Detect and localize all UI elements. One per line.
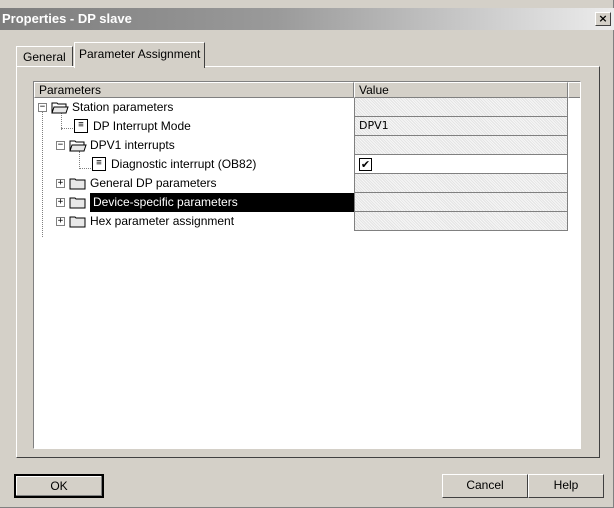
- tree-row-device-specific-parameters[interactable]: + Device-specific parameters: [34, 193, 568, 212]
- collapse-icon[interactable]: −: [38, 103, 47, 112]
- close-icon: ×: [598, 12, 608, 25]
- value-cell: [354, 193, 568, 212]
- tree-row-dpv1-interrupts[interactable]: − DPV1 interrupts: [34, 136, 568, 155]
- tree-row-general-dp-parameters[interactable]: + General DP parameters: [34, 174, 568, 193]
- column-header-filler: [568, 82, 580, 98]
- help-button[interactable]: Help: [528, 474, 604, 498]
- tab-parameter-assignment[interactable]: Parameter Assignment: [74, 42, 206, 68]
- tree-row-hex-parameter-assignment[interactable]: + Hex parameter assignment: [34, 212, 568, 231]
- window-title: Properties - DP slave: [2, 11, 132, 26]
- tree-label: General DP parameters: [90, 176, 217, 190]
- title-bar[interactable]: Properties - DP slave ×: [0, 8, 614, 30]
- ok-button[interactable]: OK: [14, 474, 104, 498]
- document-icon: ≡: [74, 119, 88, 133]
- folder-icon: [69, 197, 86, 209]
- value-cell: [354, 98, 568, 117]
- value-cell: [354, 212, 568, 231]
- folder-open-icon: [51, 102, 69, 114]
- tree-row-diagnostic-interrupt[interactable]: ≡ Diagnostic interrupt (OB82) ✔: [34, 155, 568, 174]
- diagnostic-interrupt-checkbox[interactable]: ✔: [359, 158, 372, 171]
- folder-open-icon: [69, 140, 87, 152]
- tree-label: Diagnostic interrupt (OB82): [111, 157, 257, 171]
- tab-panel: Parameters Value − Station parameters ≡ …: [16, 66, 600, 458]
- value-cell: [354, 136, 568, 155]
- tab-general[interactable]: General: [16, 46, 73, 66]
- expand-icon[interactable]: +: [56, 217, 65, 226]
- expand-icon[interactable]: +: [56, 179, 65, 188]
- folder-icon: [69, 178, 86, 190]
- tree-label: Hex parameter assignment: [90, 214, 235, 228]
- value-cell: [354, 174, 568, 193]
- column-header-parameters[interactable]: Parameters: [34, 82, 354, 98]
- tree-label: DPV1 interrupts: [90, 138, 175, 152]
- collapse-icon[interactable]: −: [56, 141, 65, 150]
- cancel-button[interactable]: Cancel: [442, 474, 528, 498]
- tree-label-selected: Device-specific parameters: [90, 193, 354, 212]
- value-cell-diagnostic-interrupt[interactable]: ✔: [354, 155, 568, 174]
- folder-icon: [69, 216, 86, 228]
- document-icon: ≡: [92, 157, 106, 171]
- tree-label: Station parameters: [72, 100, 174, 114]
- value-cell-dp-interrupt-mode[interactable]: DPV1: [354, 117, 568, 136]
- tree-label: DP Interrupt Mode: [93, 119, 191, 133]
- column-header-value[interactable]: Value: [354, 82, 568, 98]
- close-button[interactable]: ×: [595, 12, 611, 26]
- expand-icon[interactable]: +: [56, 198, 65, 207]
- parameter-grid[interactable]: Parameters Value − Station parameters ≡ …: [33, 81, 581, 449]
- tree-row-station-parameters[interactable]: − Station parameters: [34, 98, 568, 117]
- tree-row-dp-interrupt-mode[interactable]: ≡ DP Interrupt Mode DPV1: [34, 117, 568, 136]
- properties-dialog: Properties - DP slave × General Paramete…: [0, 0, 614, 508]
